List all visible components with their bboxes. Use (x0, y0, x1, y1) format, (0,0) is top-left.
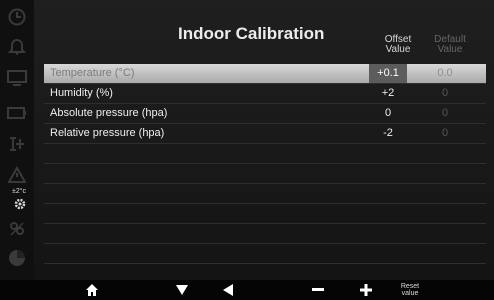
offset-value[interactable]: 0 (369, 104, 407, 123)
empty-row (44, 224, 486, 244)
network-icon[interactable] (7, 134, 27, 154)
warning-icon[interactable] (7, 165, 27, 185)
bottom-toolbar: Reset value (0, 280, 494, 300)
minus-button[interactable] (308, 280, 328, 300)
default-value: 0 (441, 87, 449, 99)
down-button[interactable] (172, 280, 192, 300)
bell-icon[interactable] (7, 36, 27, 56)
default-value: 0 (441, 107, 449, 119)
default-value: 0 (441, 127, 449, 139)
row-absolute-pressure[interactable]: Absolute pressure (hpa) 0 0 (44, 104, 486, 124)
reset-value-label: Reset value (400, 283, 420, 297)
plus-icon (360, 284, 372, 296)
row-label: Temperature (°C) (50, 67, 135, 79)
reset-value-button[interactable]: Reset value (388, 280, 432, 300)
calibration-list: Temperature (°C) +0.1 0.0 Humidity (%) +… (44, 64, 486, 284)
row-label: Absolute pressure (hpa) (50, 107, 168, 119)
empty-row (44, 164, 486, 184)
clock-icon[interactable] (7, 7, 27, 27)
calibration-icon[interactable] (10, 194, 30, 214)
minus-icon (312, 288, 324, 291)
left-button[interactable] (218, 280, 238, 300)
plus-button[interactable] (356, 280, 376, 300)
battery-icon[interactable] (7, 103, 27, 123)
empty-row (44, 144, 486, 164)
row-label: Humidity (%) (50, 87, 113, 99)
offset-value[interactable]: -2 (369, 124, 407, 143)
sidebar: ±2°c (0, 0, 34, 280)
default-column-header: Default Value (434, 34, 466, 55)
stats-icon[interactable] (7, 218, 27, 238)
calibration-panel: Indoor Calibration Offset Value Default … (34, 0, 494, 284)
pie-icon[interactable] (7, 248, 27, 268)
row-humidity[interactable]: Humidity (%) +2 0 (44, 84, 486, 104)
default-value: 0.0 (437, 67, 453, 79)
monitor-icon[interactable] (7, 68, 27, 88)
arrow-down-icon (176, 285, 188, 295)
row-relative-pressure[interactable]: Relative pressure (hpa) -2 0 (44, 124, 486, 144)
home-icon (86, 284, 98, 296)
row-label: Relative pressure (hpa) (50, 127, 165, 139)
empty-row (44, 204, 486, 224)
offset-column-header: Offset Value (384, 34, 412, 55)
home-button[interactable] (82, 280, 102, 300)
row-temperature[interactable]: Temperature (°C) +0.1 0.0 (44, 64, 486, 84)
empty-row (44, 184, 486, 204)
empty-row (44, 244, 486, 264)
offset-value[interactable]: +0.1 (369, 64, 407, 83)
arrow-left-icon (223, 284, 233, 296)
offset-value[interactable]: +2 (369, 84, 407, 103)
